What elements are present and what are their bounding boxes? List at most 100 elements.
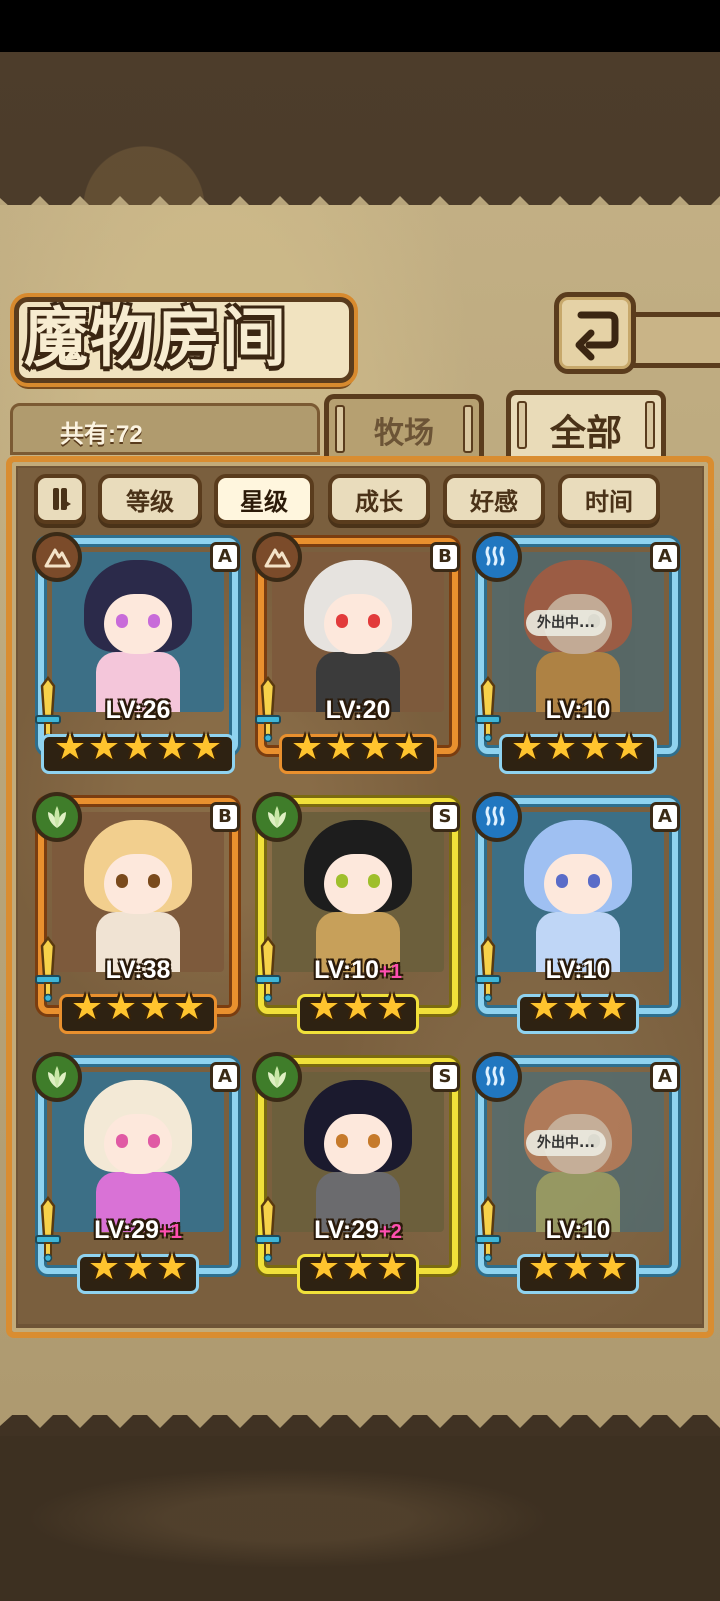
star-icon: ★ xyxy=(595,987,629,1028)
sort-affection-label: 好感 xyxy=(470,486,518,516)
monster-card[interactable]: A LV:29+1 ★ ★ ★ xyxy=(32,1052,240,1298)
element-badge xyxy=(32,532,82,582)
level-label: LV:10 xyxy=(478,1216,678,1245)
level-value: LV:29 xyxy=(94,1216,160,1244)
level-label: LV:10 xyxy=(478,696,678,725)
rank-badge: A xyxy=(650,1062,680,1092)
monster-card[interactable]: S LV:29+2 ★ ★ ★ xyxy=(252,1052,460,1298)
sort-affection-button[interactable]: 好感 xyxy=(443,474,545,524)
monster-card[interactable]: A LV:26 ★ ★ ★ ★ ★ xyxy=(32,532,240,778)
star-icon: ★ xyxy=(578,727,612,768)
portrait-face xyxy=(104,1114,172,1174)
bottom-background xyxy=(0,1436,720,1601)
monster-portrait xyxy=(272,1072,444,1232)
tab-ranch[interactable]: 牧场 xyxy=(324,394,484,460)
portrait-eye xyxy=(368,1134,380,1148)
element-badge xyxy=(472,792,522,842)
star-rating: ★ ★ ★ ★ xyxy=(258,730,458,774)
portrait-eye xyxy=(148,1134,160,1148)
sort-growth-button[interactable]: 成长 xyxy=(328,474,430,524)
star-icon: ★ xyxy=(53,727,87,768)
star-icon: ★ xyxy=(87,1247,121,1288)
rank-badge: A xyxy=(650,802,680,832)
monster-portrait xyxy=(272,552,444,712)
star-rating: ★ ★ ★ xyxy=(258,990,458,1034)
monster-card[interactable]: A LV:10 ★ ★ ★ xyxy=(472,792,680,1038)
sort-level-button[interactable]: 等级 xyxy=(98,474,202,524)
star-icon: ★ xyxy=(375,987,409,1028)
element-badge xyxy=(472,1052,522,1102)
away-status-label: 外出中... xyxy=(526,610,606,636)
star-icon: ★ xyxy=(104,987,138,1028)
page-title: 魔物房间 xyxy=(24,301,288,376)
sort-order-toggle-button[interactable] xyxy=(34,474,86,524)
star-icon: ★ xyxy=(561,1247,595,1288)
level-value: LV:29 xyxy=(314,1216,380,1244)
rank-badge: S xyxy=(430,802,460,832)
rank-badge: A xyxy=(650,542,680,572)
element-badge xyxy=(472,532,522,582)
star-icon: ★ xyxy=(561,987,595,1028)
star-icon: ★ xyxy=(392,727,426,768)
portrait-eye xyxy=(556,874,568,888)
level-value: LV:20 xyxy=(325,696,391,724)
sort-order-icon xyxy=(45,484,75,514)
star-rating: ★ ★ ★ ★ xyxy=(38,990,238,1034)
star-icon: ★ xyxy=(87,727,121,768)
sort-time-label: 时间 xyxy=(585,486,633,516)
level-value: LV:10 xyxy=(545,696,611,724)
portrait-eye xyxy=(336,1134,348,1148)
level-label: LV:26 xyxy=(38,696,238,725)
star-rating: ★ ★ ★ ★ ★ xyxy=(38,730,238,774)
earth-icon xyxy=(42,542,72,572)
level-value: LV:10 xyxy=(545,956,611,984)
level-label: LV:29+2 xyxy=(258,1216,458,1245)
rank-badge: B xyxy=(210,802,240,832)
portrait-face xyxy=(544,854,612,914)
star-icon: ★ xyxy=(527,987,561,1028)
star-icon: ★ xyxy=(341,987,375,1028)
monster-card[interactable]: B LV:20 ★ ★ ★ ★ xyxy=(252,532,460,778)
star-icon: ★ xyxy=(510,727,544,768)
tab-rail xyxy=(645,401,655,449)
star-icon: ★ xyxy=(307,987,341,1028)
star-rating: ★ ★ ★ xyxy=(478,1250,678,1294)
water-icon xyxy=(482,1062,512,1092)
monster-count: 共有:72 xyxy=(60,421,143,448)
monster-card[interactable]: 外出中... A LV:10 ★ ★ ★ xyxy=(472,1052,680,1298)
sort-star-label: 星级 xyxy=(240,486,288,516)
monster-card[interactable]: 外出中... A LV:10 ★ ★ ★ ★ xyxy=(472,532,680,778)
away-status-label: 外出中... xyxy=(526,1130,606,1156)
portrait-face xyxy=(104,854,172,914)
level-value: LV:38 xyxy=(105,956,171,984)
portrait-face xyxy=(324,594,392,654)
count-area xyxy=(10,403,320,455)
sort-time-button[interactable]: 时间 xyxy=(558,474,660,524)
portrait-eye xyxy=(116,874,128,888)
level-label: LV:20 xyxy=(258,696,458,725)
monster-card[interactable]: B LV:38 ★ ★ ★ ★ xyxy=(32,792,240,1038)
earth-icon xyxy=(262,542,292,572)
tab-rail xyxy=(463,405,473,453)
portrait-eye xyxy=(148,614,160,628)
leaf-icon xyxy=(262,802,292,832)
tab-all-label: 全部 xyxy=(549,411,622,454)
monster-card[interactable]: S LV:10+1 ★ ★ ★ xyxy=(252,792,460,1038)
star-rating: ★ ★ ★ xyxy=(38,1250,238,1294)
sort-star-button[interactable]: 星级 xyxy=(214,474,314,524)
return-arrow-icon xyxy=(575,311,619,361)
star-icon: ★ xyxy=(324,727,358,768)
star-icon: ★ xyxy=(544,727,578,768)
element-badge xyxy=(252,1052,302,1102)
star-icon: ★ xyxy=(121,1247,155,1288)
portrait-face xyxy=(324,854,392,914)
back-button[interactable] xyxy=(554,292,636,374)
star-icon: ★ xyxy=(155,1247,189,1288)
portrait-eye xyxy=(368,614,380,628)
tab-all[interactable]: 全部 xyxy=(506,390,666,464)
tab-rail xyxy=(335,405,345,453)
leaf-icon xyxy=(42,1062,72,1092)
star-icon: ★ xyxy=(189,727,223,768)
rank-badge: A xyxy=(210,1062,240,1092)
star-icon: ★ xyxy=(341,1247,375,1288)
